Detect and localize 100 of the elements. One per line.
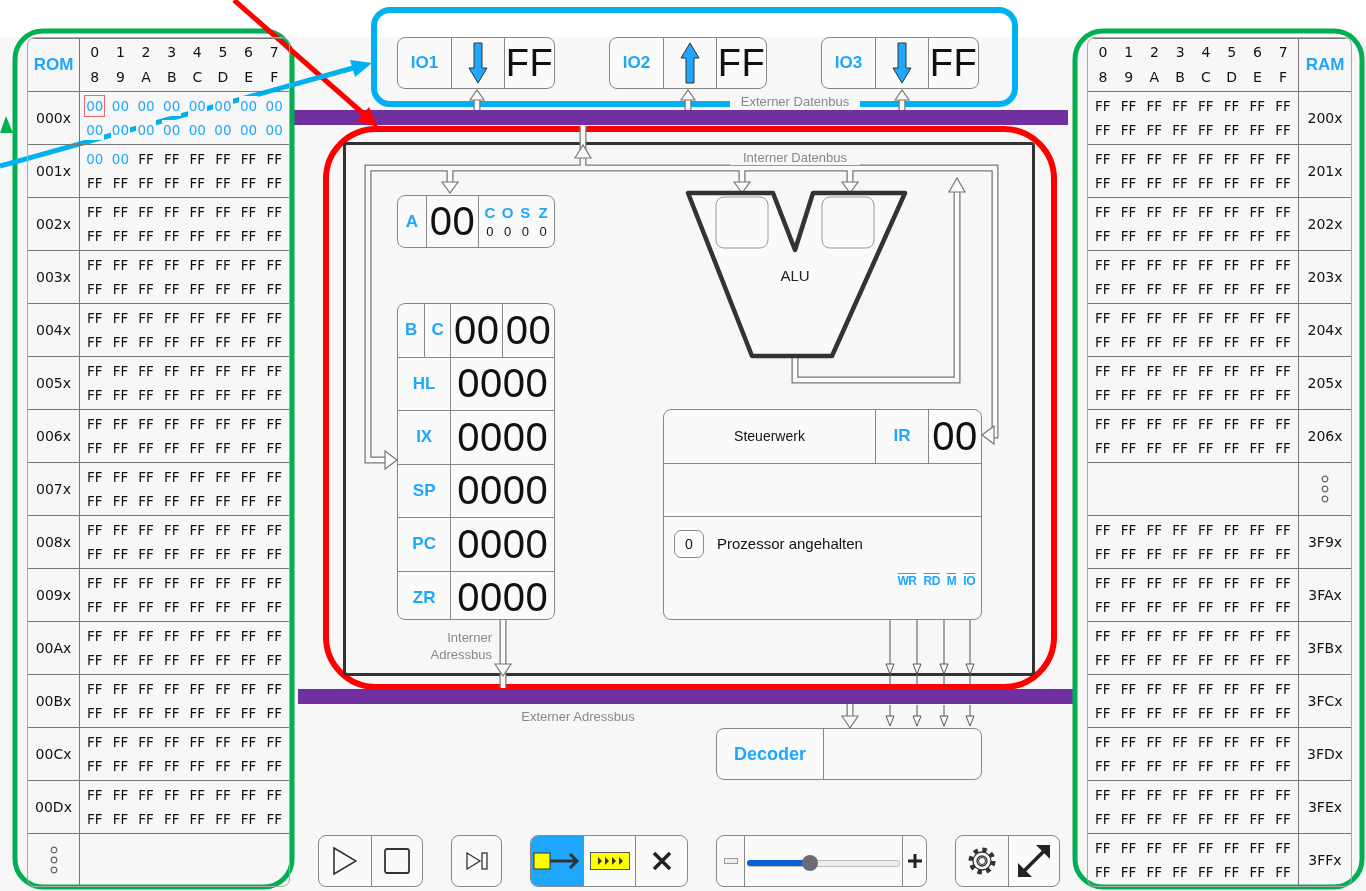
register-value: 0000 (450, 357, 554, 410)
register-label: IX (415, 426, 434, 449)
step-mode-icon (533, 850, 581, 872)
alu-input-slot (821, 196, 875, 249)
register-value: 00 (450, 304, 503, 357)
flag-label: C (484, 202, 496, 223)
flag-value: 0 (521, 222, 529, 241)
column-header: D (217, 67, 229, 87)
run-mode-icon (589, 852, 630, 870)
register-label: ZR (411, 586, 437, 609)
flag-label: O (501, 202, 514, 223)
register-label: A (404, 210, 420, 233)
row-address: 001x (36, 163, 71, 179)
column-header: C (192, 67, 203, 87)
row-address: 3FBx (1307, 640, 1343, 656)
status-text: Prozessor angehalten (717, 535, 863, 552)
flag-label: Z (538, 202, 548, 223)
port-value: FF (716, 38, 766, 88)
column-header: A (141, 67, 151, 87)
column-header: D (1226, 67, 1237, 87)
up-arrow-icon (680, 42, 700, 84)
panel-title: ROM (33, 55, 74, 75)
speed-slider[interactable] (744, 836, 902, 886)
row-address: 3FDx (1307, 746, 1343, 762)
signal-label: WR (897, 574, 917, 588)
column-header: 9 (115, 67, 125, 87)
step-button[interactable] (451, 835, 502, 887)
decoder-label: Decoder (733, 742, 807, 766)
register-value: 00 (502, 304, 554, 357)
register-value: 0000 (450, 411, 554, 464)
row-address: 00Cx (35, 746, 72, 762)
row-address: 004x (36, 322, 71, 338)
port-value: FF (504, 38, 554, 88)
register-value: 00 (928, 410, 981, 463)
row-address: 3FFx (1308, 852, 1342, 868)
ellipsis-icon (49, 846, 58, 874)
column-header: 7 (1278, 43, 1288, 63)
row-address: 00Ax (35, 640, 72, 656)
register-label: HL (411, 372, 437, 395)
column-header: 6 (1252, 43, 1262, 63)
flag-label: S (520, 202, 531, 223)
row-address: 003x (36, 269, 71, 285)
port-label: IO1 (409, 52, 440, 74)
flag-value: 0 (486, 222, 494, 241)
row-address: 206x (1307, 428, 1343, 444)
column-header: F (1279, 67, 1288, 87)
row-address: 205x (1307, 375, 1343, 391)
play-icon (333, 847, 357, 875)
row-address: 009x (36, 587, 71, 603)
row-address: 203x (1307, 269, 1343, 285)
close-icon (651, 851, 672, 871)
column-header: B (166, 67, 177, 87)
register-label: B (403, 319, 419, 342)
row-address: 200x (1307, 110, 1343, 126)
ellipsis-icon (1321, 475, 1329, 503)
row-address: 005x (36, 375, 71, 391)
column-header: 1 (1124, 43, 1134, 63)
row-address: 008x (36, 534, 71, 550)
row-address: 3FEx (1307, 799, 1343, 815)
register-label: SP (411, 479, 437, 502)
stop-icon (384, 848, 410, 874)
register-value: 0000 (450, 518, 554, 571)
step-counter: 0 (674, 530, 704, 558)
column-header: 3 (1175, 43, 1185, 63)
row-address: 00Bx (35, 693, 72, 709)
row-address: 3F9x (1307, 534, 1343, 550)
row-address: 006x (36, 428, 71, 444)
register-label: PC (411, 533, 437, 556)
down-arrow-icon (468, 42, 488, 84)
column-header: 4 (192, 43, 202, 63)
bus-label: Externer Datenbus (730, 94, 860, 109)
port-label: IO2 (621, 52, 652, 74)
row-address: 201x (1307, 163, 1343, 179)
column-header: 5 (218, 43, 228, 63)
column-header: 2 (1149, 43, 1159, 63)
row-address: 002x (36, 216, 71, 232)
column-header: 8 (1098, 67, 1108, 87)
flag-value: 0 (504, 222, 512, 241)
bus-label: Interner Datenbus (730, 150, 860, 165)
register-label: IR (875, 410, 928, 463)
column-header: 8 (90, 67, 100, 87)
panel-title: RAM (1305, 55, 1345, 75)
step-icon (465, 852, 488, 870)
column-header: 0 (1098, 43, 1108, 63)
plus-icon (907, 854, 922, 868)
settings-icon (967, 846, 997, 876)
column-header: B (1175, 67, 1185, 87)
register-value: 0000 (450, 571, 554, 619)
port-label: IO3 (833, 52, 864, 74)
row-address: 204x (1307, 322, 1343, 338)
alu-input-slot (715, 196, 769, 249)
column-header: 5 (1227, 43, 1237, 63)
row-address: 000x (36, 110, 71, 126)
row-address: 00Dx (35, 799, 72, 815)
column-header: F (270, 67, 279, 87)
down-arrow-icon (892, 42, 912, 84)
register-value: 00 (426, 196, 478, 247)
column-header: E (1252, 67, 1262, 87)
signal-label: RD (923, 574, 940, 588)
mode-button[interactable] (531, 836, 583, 886)
